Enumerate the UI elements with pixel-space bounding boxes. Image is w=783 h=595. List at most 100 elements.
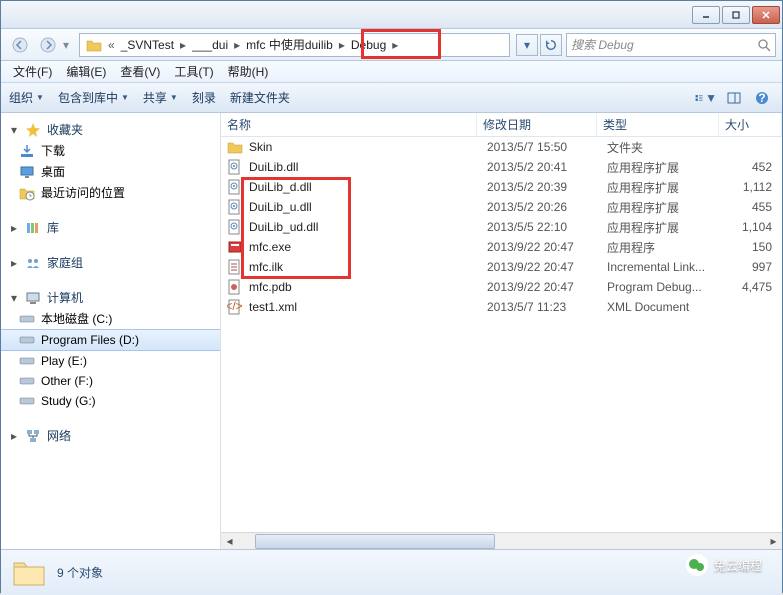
breadcrumb-dropdown-button[interactable]: ▾ [516,34,538,56]
desktop-icon [19,164,35,180]
file-name: mfc.pdb [249,280,481,294]
preview-pane-button[interactable] [722,87,746,109]
dll-icon [227,179,243,195]
file-row[interactable]: DuiLib_d.dll2013/5/2 20:39应用程序扩展1,112 [221,177,782,197]
drive-icon [19,332,35,348]
sidebar-drive-e[interactable]: Play (E:) [1,351,220,371]
file-date: 2013/9/22 20:47 [481,240,601,254]
chevron-right-icon[interactable]: ▸ [337,38,347,52]
titlebar [1,1,782,29]
sidebar-drive-g[interactable]: Study (G:) [1,391,220,411]
scroll-right-icon[interactable]: ▸ [765,533,782,550]
scroll-left-icon[interactable]: ◂ [221,533,238,550]
help-button[interactable]: ? [750,87,774,109]
column-header-type[interactable]: 类型 [597,113,719,136]
sidebar-favorites-header[interactable]: ▾收藏夹 [1,119,220,140]
folder-icon [227,139,243,155]
file-type: Incremental Link... [601,260,723,274]
file-list[interactable]: Skin2013/5/7 15:50文件夹DuiLib.dll2013/5/2 … [221,137,782,532]
chevron-right-icon[interactable]: ▸ [178,38,188,52]
breadcrumb-segment[interactable]: ___dui [188,38,232,52]
download-icon [19,143,35,159]
file-row[interactable]: DuiLib_u.dll2013/5/2 20:26应用程序扩展455 [221,197,782,217]
statusbar: 9 个对象 [1,549,782,595]
svg-text:</>: </> [227,299,243,313]
file-row[interactable]: DuiLib_ud.dll2013/5/5 22:10应用程序扩展1,104 [221,217,782,237]
file-size: 4,475 [723,280,782,294]
file-row[interactable]: mfc.pdb2013/9/22 20:47Program Debug...4,… [221,277,782,297]
sidebar-drive-f[interactable]: Other (F:) [1,371,220,391]
breadcrumb-bar[interactable]: « _SVNTest ▸ ___dui ▸ mfc 中使用duilib ▸ De… [79,33,510,57]
sidebar-computer-header[interactable]: ▾计算机 [1,287,220,308]
file-name: test1.xml [249,300,481,314]
breadcrumb-segment[interactable]: mfc 中使用duilib [242,36,337,53]
search-icon [757,38,771,52]
close-button[interactable] [752,6,780,24]
breadcrumb-segment[interactable]: _SVNTest [117,38,178,52]
column-header-size[interactable]: 大小 [719,113,782,136]
chevron-right-icon[interactable]: ▸ [390,38,400,52]
sidebar-network-header[interactable]: ▸网络 [1,425,220,446]
computer-icon [25,290,41,306]
status-text: 9 个对象 [57,564,103,581]
toolbar-newfolder[interactable]: 新建文件夹 [230,89,290,106]
xml-icon: </> [227,299,243,315]
nav-forward-button[interactable] [35,33,61,57]
chevron-right-icon[interactable]: ▸ [232,38,242,52]
svg-text:?: ? [758,91,765,105]
wechat-icon [686,554,708,576]
folder-icon [86,37,102,53]
file-name: Skin [249,140,481,154]
ilk-icon [227,259,243,275]
file-type: 应用程序扩展 [601,199,723,216]
toolbar-include[interactable]: 包含到库中▼ [58,89,129,106]
file-date: 2013/5/2 20:26 [481,200,601,214]
file-name: mfc.ilk [249,260,481,274]
sidebar-drive-c[interactable]: 本地磁盘 (C:) [1,308,220,329]
file-row[interactable]: </>test1.xml2013/5/7 11:23XML Document [221,297,782,317]
folder-icon [11,555,47,591]
nav-back-button[interactable] [7,33,33,57]
nav-history-dropdown[interactable]: ▾ [63,38,75,52]
toolbar-share[interactable]: 共享▼ [143,89,178,106]
file-size: 1,112 [723,180,782,194]
file-row[interactable]: DuiLib.dll2013/5/2 20:41应用程序扩展452 [221,157,782,177]
toolbar-organize[interactable]: 组织▼ [9,89,44,106]
search-input[interactable]: 搜索 Debug [566,33,776,57]
sidebar-homegroup-header[interactable]: ▸家庭组 [1,252,220,273]
maximize-button[interactable] [722,6,750,24]
file-size: 997 [723,260,782,274]
search-placeholder: 搜索 Debug [571,36,634,53]
sidebar-drive-d[interactable]: Program Files (D:) [1,329,220,351]
menubar: 文件(F) 编辑(E) 查看(V) 工具(T) 帮助(H) [1,61,782,83]
sidebar-item-recent[interactable]: 最近访问的位置 [1,182,220,203]
minimize-button[interactable] [692,6,720,24]
horizontal-scrollbar[interactable]: ◂ ▸ [221,532,782,549]
column-header-name[interactable]: 名称 [221,113,477,136]
view-options-button[interactable]: ▼ [694,87,718,109]
file-date: 2013/9/22 20:47 [481,280,601,294]
dll-icon [227,219,243,235]
breadcrumb-segment[interactable]: Debug [347,38,390,52]
toolbar: 组织▼ 包含到库中▼ 共享▼ 刻录 新建文件夹 ▼ ? [1,83,782,113]
toolbar-burn[interactable]: 刻录 [192,89,216,106]
file-row[interactable]: mfc.ilk2013/9/22 20:47Incremental Link..… [221,257,782,277]
file-type: XML Document [601,300,723,314]
menu-file[interactable]: 文件(F) [7,61,58,82]
file-date: 2013/5/5 22:10 [481,220,601,234]
menu-help[interactable]: 帮助(H) [222,61,275,82]
chevron-right-icon[interactable]: « [106,38,117,52]
watermark: 兔云编程 [686,554,762,576]
file-row[interactable]: Skin2013/5/7 15:50文件夹 [221,137,782,157]
menu-view[interactable]: 查看(V) [114,61,166,82]
file-type: 应用程序扩展 [601,179,723,196]
column-header-date[interactable]: 修改日期 [477,113,597,136]
sidebar-libraries-header[interactable]: ▸库 [1,217,220,238]
sidebar-item-downloads[interactable]: 下载 [1,140,220,161]
sidebar-item-desktop[interactable]: 桌面 [1,161,220,182]
file-row[interactable]: mfc.exe2013/9/22 20:47应用程序150 [221,237,782,257]
menu-tools[interactable]: 工具(T) [168,61,219,82]
refresh-button[interactable] [540,34,562,56]
menu-edit[interactable]: 编辑(E) [60,61,112,82]
scrollbar-thumb[interactable] [255,534,495,549]
